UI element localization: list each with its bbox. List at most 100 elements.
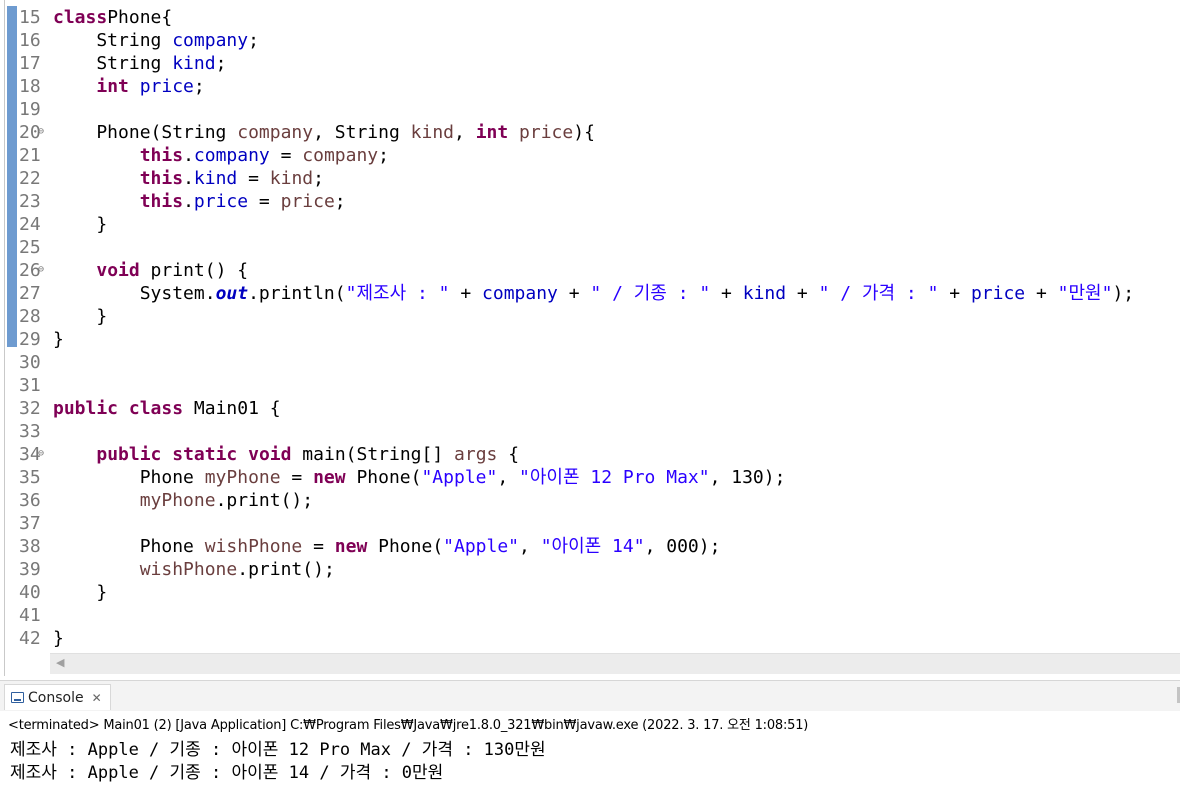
- code-token: this: [139, 145, 184, 166]
- code-token: main(String[]: [291, 444, 455, 465]
- code-token: , String: [313, 122, 411, 143]
- code-token: System.: [53, 283, 216, 304]
- code-token: =: [280, 467, 314, 488]
- close-icon[interactable]: ✕: [92, 691, 102, 705]
- line-number: 18: [19, 76, 41, 97]
- code-token: }: [53, 628, 64, 649]
- code-token: kind: [269, 168, 314, 189]
- console-tab-label: Console: [28, 689, 84, 706]
- code-token: kind: [742, 283, 787, 304]
- code-token: ;: [248, 30, 259, 51]
- code-token: this: [139, 191, 184, 212]
- line-number: 40: [19, 582, 41, 603]
- code-token: company: [302, 145, 379, 166]
- code-token: ;: [215, 53, 227, 74]
- code-token: " / 기종 : ": [590, 283, 711, 304]
- code-token: company: [237, 122, 314, 143]
- editor-border: [4, 0, 5, 676]
- fold-collapse-icon[interactable]: ⊖: [38, 443, 44, 464]
- code-token: }: [53, 329, 64, 350]
- console-tab-bar: Console ✕: [0, 680, 1180, 711]
- horizontal-scrollbar[interactable]: ◀: [50, 653, 1180, 674]
- line-number: 42: [19, 628, 41, 649]
- code-token: class: [53, 7, 108, 28]
- code-token: int: [96, 76, 129, 97]
- line-number: 32: [19, 398, 41, 419]
- line-number: 41: [19, 605, 41, 626]
- tab-console[interactable]: Console ✕: [4, 684, 111, 710]
- code-token: print() {: [139, 260, 249, 281]
- code-token: +: [938, 283, 971, 304]
- console-output-area[interactable]: <terminated> Main01 (2) [Java Applicatio…: [0, 711, 1180, 787]
- console-icon: [11, 692, 24, 703]
- fold-collapse-icon[interactable]: ⊖: [38, 259, 44, 280]
- code-token: price: [128, 76, 194, 97]
- code-token: company: [193, 145, 270, 166]
- code-token: class: [128, 398, 184, 419]
- code-token: ;: [378, 145, 389, 166]
- line-number: 23: [19, 191, 41, 212]
- code-token: +: [786, 283, 819, 304]
- line-number: 28: [19, 306, 41, 327]
- code-token: }: [53, 306, 108, 327]
- code-text: int price;: [53, 75, 204, 98]
- console-output-line-1: 제조사 : Apple / 기종 : 아이폰 12 Pro Max / 가격 :…: [10, 740, 546, 760]
- code-token: +: [710, 283, 743, 304]
- console-output-line-2: 제조사 : Apple / 기종 : 아이폰 14 / 가격 : 0만원: [10, 763, 444, 783]
- code-text: this.kind = kind;: [53, 167, 324, 190]
- code-token: args: [454, 444, 498, 465]
- code-token: "아이폰 12 Pro Max": [519, 467, 710, 488]
- line-number: 15: [19, 7, 41, 28]
- code-token: void: [248, 444, 292, 465]
- code-token: int: [475, 122, 509, 143]
- code-text: }: [53, 581, 107, 604]
- code-text: Phone wishPhone = new Phone("Apple", "아이…: [53, 535, 721, 558]
- line-number: 24: [19, 214, 41, 235]
- line-number: 36: [19, 490, 41, 511]
- line-number: 38: [19, 536, 41, 557]
- code-token: void: [96, 260, 140, 281]
- code-token: =: [269, 145, 303, 166]
- code-token: myPhone: [139, 490, 216, 511]
- code-token: wishPhone: [204, 536, 303, 557]
- code-token: =: [237, 168, 270, 189]
- scroll-left-icon[interactable]: ◀: [56, 656, 64, 669]
- code-text: String kind;: [53, 52, 226, 75]
- code-token: , 130);: [709, 467, 786, 488]
- code-text: }: [53, 627, 64, 650]
- code-token: Phone{: [107, 7, 173, 28]
- code-editor[interactable]: 15 classPhone{16 String company; 17 String…: [0, 0, 1180, 676]
- code-token: .print();: [237, 559, 335, 580]
- code-token: {: [497, 444, 520, 465]
- code-token: .: [183, 168, 194, 189]
- code-text: Phone(String company, String kind, int p…: [53, 121, 595, 144]
- line-number: 22: [19, 168, 41, 189]
- code-token: ){: [573, 122, 595, 143]
- code-token: ,: [519, 536, 541, 557]
- code-token: ,: [454, 122, 476, 143]
- line-number: 37: [19, 513, 41, 534]
- line-number: 30: [19, 352, 41, 373]
- code-token: +: [449, 283, 483, 304]
- code-text: Phone myPhone = new Phone("Apple", "아이폰 …: [53, 466, 786, 489]
- code-token: );: [1112, 283, 1135, 304]
- line-number: 19: [19, 99, 41, 120]
- line-number: 29: [19, 329, 41, 350]
- code-token: new: [334, 536, 368, 557]
- code-token: "제조사 : ": [345, 283, 450, 304]
- line-number: 21: [19, 145, 41, 166]
- code-token: company: [482, 283, 558, 304]
- code-token: new: [313, 467, 346, 488]
- code-token: }: [53, 214, 108, 235]
- code-token: String: [53, 53, 173, 74]
- fold-collapse-icon[interactable]: ⊖: [38, 121, 44, 142]
- code-text: wishPhone.print();: [53, 558, 335, 581]
- code-text: public static void main(String[] args {: [53, 443, 519, 466]
- code-token: price: [508, 122, 574, 143]
- code-text: public class Main01 {: [53, 397, 281, 420]
